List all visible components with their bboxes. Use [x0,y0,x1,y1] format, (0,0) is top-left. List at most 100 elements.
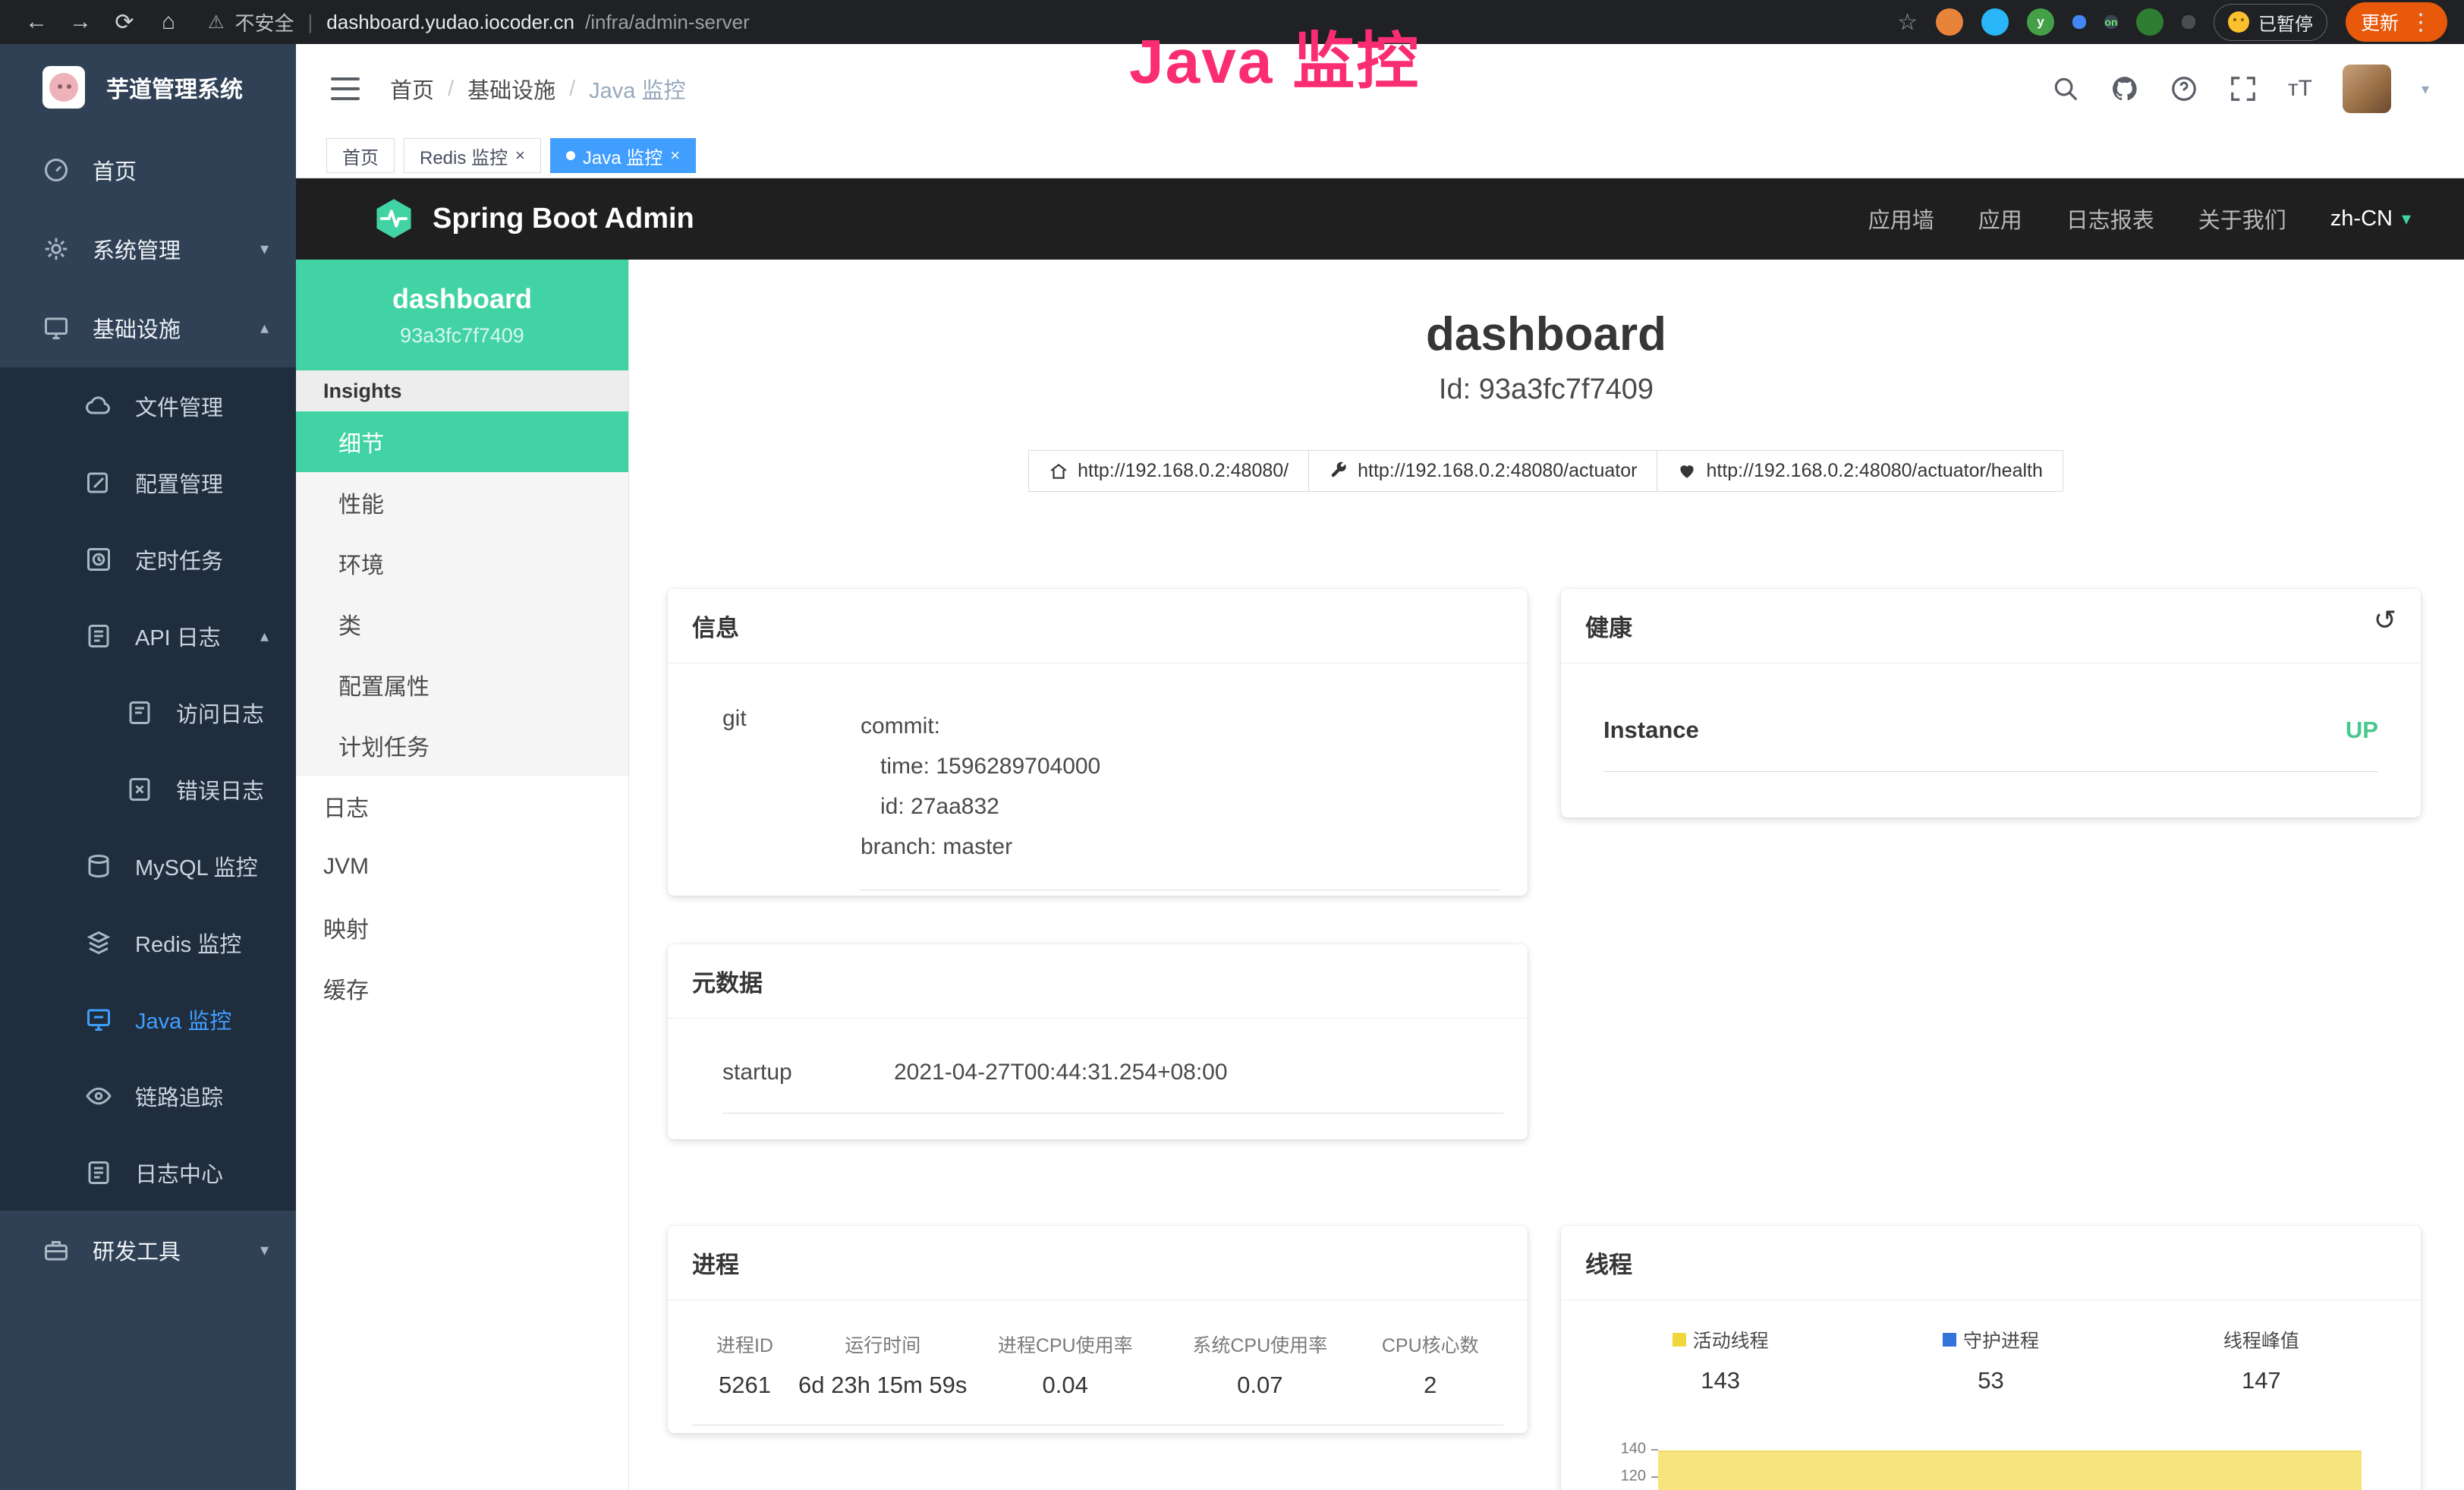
menu-item-config-properties[interactable]: 配置属性 [296,654,628,715]
sidebar-item-config-management[interactable]: 配置管理 [0,444,296,521]
link-service-url[interactable]: http://192.168.0.2:48080/ [1028,450,1309,492]
forward-icon[interactable]: → [61,9,100,35]
menu-item-environment[interactable]: 环境 [296,533,628,594]
extension-icon-leaf[interactable] [2136,8,2163,36]
sba-nav-journal[interactable]: 日志报表 [2066,203,2154,235]
sidebar-item-dev-tools[interactable]: 研发工具 ▾ [0,1211,296,1290]
close-icon[interactable]: × [515,146,525,165]
extension-icon-drop[interactable] [1981,8,2009,36]
url-divider: | [308,11,313,34]
header-actions: тT ▾ [2051,65,2429,113]
sidebar-item-infrastructure[interactable]: 基础设施 ▴ [0,288,296,367]
sba-nav-about[interactable]: 关于我们 [2198,203,2286,235]
tab-redis-monitor[interactable]: Redis 监控 × [404,138,541,173]
font-size-icon[interactable]: тT [2288,76,2312,102]
menu-item-metrics[interactable]: 性能 [296,472,628,533]
sidebar-item-tracing[interactable]: 链路追踪 [0,1057,296,1134]
url-path: /infra/admin-server [585,11,750,34]
sidebar-item-system-management[interactable]: 系统管理 ▾ [0,209,296,288]
menu-item-jvm[interactable]: JVM [296,836,628,897]
locale-label: zh-CN [2330,206,2393,232]
chart-y-axis: 140 120 100 [1585,1420,1658,1490]
sidebar-item-label: Redis 监控 [135,927,241,959]
threads-legend: 活动线程 143 守护进程 53 [1585,1326,2396,1394]
metadata-card: 元数据 startup 2021-04-27T00:44:31.254+08:0… [668,944,1528,1139]
help-icon[interactable] [2170,74,2198,103]
menu-item-classes[interactable]: 类 [296,594,628,654]
extension-icon-puzzle[interactable] [2182,15,2195,29]
info-card: 信息 git commit: time: 1596289704000 id: 2… [668,589,1528,896]
val-system-cpu: 0.07 [1163,1372,1358,1399]
breadcrumb-home[interactable]: 首页 [390,73,434,105]
sidebar-item-home[interactable]: 首页 [0,131,296,209]
extension-icon-grid[interactable] [2072,15,2086,29]
extension-icon-on-badge[interactable]: on [2104,15,2118,29]
sidebar-item-label: 系统管理 [93,233,181,265]
home-icon[interactable]: ⌂ [149,9,188,35]
update-label: 更新 [2361,8,2399,36]
avatar-caret-icon[interactable]: ▾ [2422,80,2429,99]
instance-name: dashboard [392,283,532,315]
sidebar-item-label: API 日志 [135,620,221,652]
sidebar-item-label: 错误日志 [176,773,264,805]
sidebar-brand: 芋道管理系统 [0,44,296,131]
sidebar-item-redis-monitor[interactable]: Redis 监控 [0,904,296,981]
brand-title: 芋道管理系统 [106,71,243,104]
link-health-url[interactable]: http://192.168.0.2:48080/actuator/health [1657,450,2063,492]
threads-chart: 140 120 100 [1585,1420,2396,1490]
chevron-up-icon: ▴ [260,318,269,338]
tab-home[interactable]: 首页 [326,138,395,173]
history-icon[interactable]: ↺ [2374,604,2396,636]
smiley-icon [2228,11,2249,33]
bookmark-star-icon[interactable]: ☆ [1897,9,1918,36]
eye-icon [85,1082,112,1110]
sba-nav-applications[interactable]: 应用 [1978,203,2022,235]
admin-sidebar: 芋道管理系统 首页 系统管理 ▾ 基础设施 ▴ 文件管理 配置管理 [0,44,296,1490]
sidebar-item-access-logs[interactable]: 访问日志 [0,674,296,751]
toolbox-icon [42,1236,70,1264]
sidebar-item-file-management[interactable]: 文件管理 [0,367,296,444]
avatar[interactable] [2343,65,2391,113]
menu-plain-items: 日志 JVM 映射 缓存 [296,776,628,1019]
back-icon[interactable]: ← [17,9,56,35]
tab-java-monitor[interactable]: Java 监控 × [550,138,696,173]
legend-live-threads: 活动线程 143 [1585,1326,1855,1394]
sidebar-item-api-logs[interactable]: API 日志 ▴ [0,597,296,674]
instance-id: 93a3fc7f7409 [400,324,524,348]
address-bar[interactable]: ⚠ 不安全 | dashboard.yudao.iocoder.cn /infr… [208,8,750,36]
extension-icon-orange[interactable] [1936,8,1963,36]
sidebar-item-mysql-monitor[interactable]: MySQL 监控 [0,827,296,904]
locale-selector[interactable]: zh-CN ▾ [2330,206,2411,232]
menu-item-logs[interactable]: 日志 [296,776,628,836]
reload-icon[interactable]: ⟳ [105,9,144,36]
clock-icon [85,546,112,573]
menu-item-scheduled-tasks[interactable]: 计划任务 [296,715,628,776]
update-button[interactable]: 更新 ⋮ [2346,2,2447,42]
val-process-cpu: 0.04 [968,1372,1163,1399]
sidebar-item-log-center[interactable]: 日志中心 [0,1134,296,1211]
breadcrumb-infrastructure[interactable]: 基础设施 [467,73,555,105]
sidebar-item-label: 首页 [93,154,137,186]
extension-icon-y[interactable]: y [2027,8,2054,36]
sba-nav-wall[interactable]: 应用墙 [1868,203,1934,235]
sidebar-item-error-logs[interactable]: 错误日志 [0,751,296,827]
menu-item-details[interactable]: 细节 [296,411,628,472]
heart-icon [1677,461,1697,481]
paused-badge[interactable]: 已暂停 [2214,4,2327,41]
menu-item-caches[interactable]: 缓存 [296,958,628,1019]
fullscreen-icon[interactable] [2229,74,2258,103]
link-actuator-url[interactable]: http://192.168.0.2:48080/actuator [1308,450,1657,492]
close-icon[interactable]: × [670,146,680,165]
sidebar-item-scheduled-tasks[interactable]: 定时任务 [0,521,296,597]
search-icon[interactable] [2051,74,2080,103]
sidebar-item-java-monitor[interactable]: Java 监控 [0,981,296,1057]
kebab-menu-icon[interactable]: ⋮ [2409,9,2432,36]
hamburger-icon[interactable] [331,77,360,100]
sba-nav: 应用墙 应用 日志报表 关于我们 zh-CN ▾ [1868,203,2411,235]
instance-header[interactable]: dashboard 93a3fc7f7409 [296,260,628,370]
threads-card-body: 活动线程 143 守护进程 53 [1561,1300,2421,1490]
sidebar-item-label: MySQL 监控 [135,850,258,882]
github-icon[interactable] [2110,74,2139,103]
app-header: 首页 / 基础设施 / Java 监控 тT ▾ [296,44,2464,134]
menu-item-mappings[interactable]: 映射 [296,897,628,958]
